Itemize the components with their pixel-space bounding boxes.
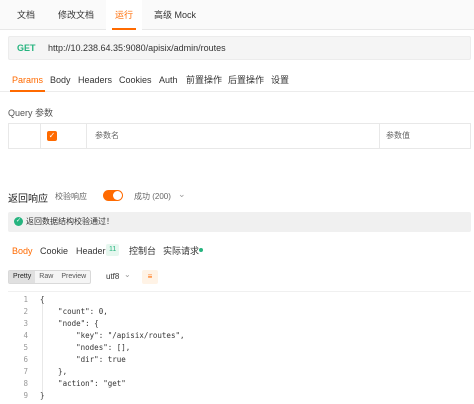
- code-text: "key": "/apisix/routes",: [40, 331, 185, 340]
- line-number: 2: [23, 307, 28, 316]
- header-count-badge: 11: [106, 244, 120, 256]
- column-divider: [40, 124, 41, 148]
- check-circle-icon: ✓: [14, 217, 23, 226]
- top-tab-bar: 文档 修改文档 运行 高级 Mock: [0, 0, 474, 30]
- tab-docs[interactable]: 文档: [8, 0, 44, 30]
- tab-body[interactable]: Body: [50, 70, 71, 90]
- view-mode-preview[interactable]: Preview: [57, 271, 90, 283]
- tab-response-cookie[interactable]: Cookie: [40, 242, 68, 260]
- wrap-lines-icon[interactable]: ≡: [142, 270, 158, 284]
- line-number: 4: [23, 331, 28, 340]
- tab-params[interactable]: Params: [9, 70, 46, 92]
- code-line: 5 "nodes": [],: [8, 342, 471, 354]
- line-number: 8: [23, 379, 28, 388]
- code-text: "action": "get": [40, 379, 126, 388]
- status-text[interactable]: 成功 (200): [134, 191, 171, 202]
- code-line: 9 }: [8, 390, 471, 402]
- validate-response-label: 校验响应: [55, 192, 87, 201]
- code-line: 6 "dir": true: [8, 354, 471, 366]
- query-params-label: Query 参数: [8, 108, 54, 118]
- request-url[interactable]: http://10.238.64.35:9080/apisix/admin/ro…: [48, 37, 226, 59]
- param-value-header: 参数值: [386, 131, 410, 140]
- http-method[interactable]: GET: [17, 37, 36, 59]
- code-line: 4 "key": "/apisix/routes",: [8, 330, 471, 342]
- code-text: },: [40, 367, 68, 376]
- url-bar[interactable]: GET http://10.238.64.35:9080/apisix/admi…: [8, 36, 471, 60]
- validate-response-toggle[interactable]: [103, 190, 123, 201]
- tab-pre-processors[interactable]: 前置操作: [186, 70, 222, 90]
- tab-console[interactable]: 控制台: [129, 242, 156, 260]
- line-number: 9: [23, 391, 28, 400]
- code-text: "node": {: [40, 319, 99, 328]
- view-mode-raw[interactable]: Raw: [35, 271, 57, 283]
- request-tab-bar: Params Body Headers Cookies Auth 前置操作 后置…: [0, 70, 474, 92]
- code-line: 2 "count": 0,: [8, 306, 471, 318]
- response-code-viewer[interactable]: 1 { 2 "count": 0, 3 "node": { 4 "key": "…: [8, 291, 471, 401]
- status-dot: [199, 248, 203, 252]
- encoding-select[interactable]: utf8: [106, 272, 119, 281]
- tab-headers[interactable]: Headers: [78, 70, 112, 90]
- line-number: 5: [23, 343, 28, 352]
- code-line: 3 "node": {: [8, 318, 471, 330]
- tab-cookies[interactable]: Cookies: [119, 70, 152, 90]
- code-line: 7 },: [8, 366, 471, 378]
- line-number: 6: [23, 355, 28, 364]
- chevron-down-icon[interactable]: ⌄: [124, 270, 131, 279]
- tab-post-processors[interactable]: 后置操作: [228, 70, 264, 90]
- line-number: 3: [23, 319, 28, 328]
- tab-actual-request[interactable]: 实际请求: [163, 242, 199, 260]
- code-line: 8 "action": "get": [8, 378, 471, 390]
- line-number: 7: [23, 367, 28, 376]
- column-divider: [379, 124, 380, 148]
- code-text: {: [40, 295, 45, 304]
- code-text: "nodes": [],: [40, 343, 131, 352]
- response-tab-bar: Body Cookie Header 控制台 实际请求: [0, 242, 474, 262]
- validation-message: 返回数据结构校验通过！: [26, 217, 114, 226]
- tab-response-body[interactable]: Body: [12, 242, 33, 260]
- code-text: "count": 0,: [40, 307, 108, 316]
- view-mode-pretty[interactable]: Pretty: [9, 271, 36, 283]
- response-title: 返回响应: [8, 194, 48, 205]
- chevron-down-icon[interactable]: ⌄: [178, 189, 186, 200]
- view-mode-segmented: Pretty Raw Preview: [8, 270, 92, 284]
- column-divider: [86, 124, 87, 148]
- param-name-header: 参数名: [95, 131, 119, 140]
- query-params-table: ✓ 参数名 参数值: [8, 123, 471, 149]
- validation-banner: ✓ 返回数据结构校验通过！: [8, 212, 471, 232]
- tab-run[interactable]: 运行: [106, 0, 143, 30]
- code-text: }: [40, 391, 45, 400]
- line-number: 1: [23, 295, 28, 304]
- tab-response-header[interactable]: Header: [76, 242, 106, 260]
- tab-settings[interactable]: 设置: [271, 70, 289, 90]
- code-text: "dir": true: [40, 355, 126, 364]
- tab-edit-docs[interactable]: 修改文档: [49, 0, 103, 30]
- select-all-checkbox[interactable]: ✓: [47, 131, 57, 141]
- tab-advanced-mock[interactable]: 高级 Mock: [145, 0, 205, 30]
- tab-auth[interactable]: Auth: [159, 70, 178, 90]
- code-line: 1 {: [8, 294, 471, 306]
